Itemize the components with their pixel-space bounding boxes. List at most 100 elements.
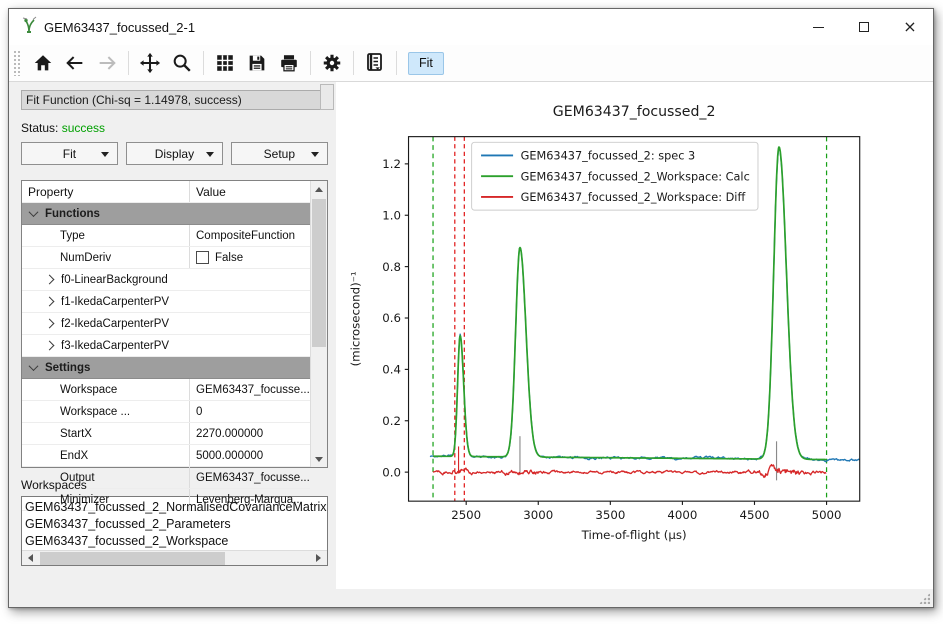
- mantid-logo-icon: [21, 16, 38, 38]
- legend-entry-label: GEM63437_focussed_2_Workspace: Diff: [520, 191, 745, 204]
- property-value[interactable]: CompositeFunction: [190, 230, 310, 242]
- fit-function-panel: Fit Function (Chi-sq = 1.14978, success)…: [9, 82, 336, 589]
- toolbar-drag-handle[interactable]: [13, 50, 21, 76]
- close-button[interactable]: ×: [887, 9, 933, 45]
- settings-button[interactable]: [316, 48, 348, 78]
- function-row[interactable]: f2-IkedaCarpenterPV: [22, 313, 310, 335]
- property-value[interactable]: GEM63437_focusse...: [190, 472, 310, 484]
- generate-script-button[interactable]: [359, 48, 391, 78]
- chevron-down-icon: [311, 152, 319, 157]
- minimize-button[interactable]: [795, 9, 841, 45]
- x-tick-label: 4500: [739, 508, 769, 522]
- workspaces-h-scrollbar[interactable]: [22, 550, 327, 565]
- pan-button[interactable]: [134, 48, 166, 78]
- y-tick-label: 1.2: [382, 157, 401, 171]
- y-tick-label: 0.6: [382, 311, 401, 325]
- value-column-header: Value: [190, 185, 310, 199]
- property-row[interactable]: StartX2270.000000: [22, 423, 310, 445]
- workspace-list-item[interactable]: GEM63437_focussed_2_Workspace: [25, 533, 327, 550]
- forward-button[interactable]: [91, 48, 123, 78]
- x-tick-label: 2500: [451, 508, 481, 522]
- y-axis-label: (microsecond)⁻¹: [348, 271, 362, 366]
- fit-status: Status: success: [21, 121, 328, 135]
- figure-canvas[interactable]: 2500300035004000450050000.00.20.40.60.81…: [336, 82, 933, 589]
- zoom-button[interactable]: [166, 48, 198, 78]
- fit-panel-scrollbar[interactable]: [320, 84, 334, 110]
- gear-icon: [321, 52, 343, 74]
- fit-dropdown-button[interactable]: Fit: [21, 142, 118, 165]
- property-table: Property Value Functions TypeCompositeFun…: [21, 180, 328, 468]
- property-row[interactable]: Workspace ...0: [22, 401, 310, 423]
- chevron-down-icon[interactable]: [29, 361, 39, 371]
- save-button[interactable]: [241, 48, 273, 78]
- print-button[interactable]: [273, 48, 305, 78]
- property-table-scrollbar[interactable]: [310, 181, 327, 467]
- save-icon: [246, 52, 268, 74]
- chevron-right-icon[interactable]: [45, 275, 55, 285]
- y-tick-label: 0.2: [382, 414, 401, 428]
- property-name: StartX: [22, 423, 190, 444]
- y-tick-label: 0.8: [382, 260, 401, 274]
- window-title: GEM63437_focussed_2-1: [44, 20, 195, 35]
- row-label: f1-IkedaCarpenterPV: [61, 296, 169, 308]
- h-scrollbar-thumb[interactable]: [40, 552, 225, 565]
- property-value[interactable]: 2270.000000: [190, 428, 310, 440]
- chevron-down-icon: [101, 152, 109, 157]
- function-row[interactable]: f3-IkedaCarpenterPV: [22, 335, 310, 357]
- property-row[interactable]: NumDerivFalse: [22, 247, 310, 269]
- function-row[interactable]: f1-IkedaCarpenterPV: [22, 291, 310, 313]
- scroll-right-arrow[interactable]: [311, 551, 327, 565]
- fit-panel-header: Fit Function (Chi-sq = 1.14978, success): [21, 90, 328, 110]
- back-arrow-icon: [64, 52, 86, 74]
- checkbox[interactable]: [196, 251, 209, 264]
- grid-button[interactable]: [209, 48, 241, 78]
- title-bar[interactable]: GEM63437_focussed_2-1 ×: [9, 9, 933, 45]
- workspace-list-item[interactable]: GEM63437_focussed_2_NormalisedCovariance…: [25, 499, 327, 516]
- chevron-right-icon[interactable]: [45, 297, 55, 307]
- back-button[interactable]: [59, 48, 91, 78]
- display-dropdown-button[interactable]: Display: [126, 142, 223, 165]
- group-row[interactable]: Functions: [22, 203, 310, 225]
- scroll-down-arrow[interactable]: [311, 451, 327, 467]
- scrollbar-thumb[interactable]: [312, 199, 326, 347]
- function-row[interactable]: f0-LinearBackground: [22, 269, 310, 291]
- property-value[interactable]: 5000.000000: [190, 450, 310, 462]
- minimize-icon: [813, 27, 824, 28]
- row-label: Functions: [45, 208, 100, 220]
- home-button[interactable]: [27, 48, 59, 78]
- property-value[interactable]: GEM63437_focusse...: [190, 384, 310, 396]
- status-label: Status:: [21, 121, 58, 135]
- maximize-button[interactable]: [841, 9, 887, 45]
- legend-entry-label: GEM63437_focussed_2_Workspace: Calc: [520, 170, 749, 183]
- chart-title: GEM63437_focussed_2: [553, 104, 716, 120]
- row-label: f3-IkedaCarpenterPV: [61, 340, 169, 352]
- scroll-up-arrow[interactable]: [311, 181, 327, 197]
- property-row[interactable]: EndX5000.000000: [22, 445, 310, 467]
- property-table-header: Property Value: [22, 181, 310, 203]
- property-value[interactable]: 0: [190, 406, 310, 418]
- resize-grip-icon[interactable]: [919, 593, 930, 604]
- fit-toggle-button[interactable]: Fit: [408, 52, 444, 75]
- toolbar-separator: [353, 51, 354, 75]
- row-label: f0-LinearBackground: [61, 274, 168, 286]
- row-label: Settings: [45, 362, 90, 374]
- scroll-left-arrow[interactable]: [22, 551, 38, 565]
- chevron-down-icon[interactable]: [29, 207, 39, 217]
- series-diff-line: [433, 465, 826, 478]
- home-icon: [32, 52, 54, 74]
- fit-dropdown-label: Fit: [63, 147, 76, 161]
- property-row[interactable]: TypeCompositeFunction: [22, 225, 310, 247]
- group-row[interactable]: Settings: [22, 357, 310, 379]
- toolbar-separator: [396, 51, 397, 75]
- setup-dropdown-button[interactable]: Setup: [231, 142, 328, 165]
- workspace-list-item[interactable]: GEM63437_focussed_2_Parameters: [25, 516, 327, 533]
- property-name: Type: [22, 225, 190, 246]
- chevron-right-icon[interactable]: [45, 319, 55, 329]
- setup-dropdown-label: Setup: [264, 147, 295, 161]
- display-dropdown-label: Display: [155, 147, 194, 161]
- property-row[interactable]: WorkspaceGEM63437_focusse...: [22, 379, 310, 401]
- property-value[interactable]: False: [190, 251, 310, 264]
- chevron-right-icon[interactable]: [45, 341, 55, 351]
- x-tick-label: 4000: [667, 508, 697, 522]
- generate-script-icon: [363, 51, 387, 75]
